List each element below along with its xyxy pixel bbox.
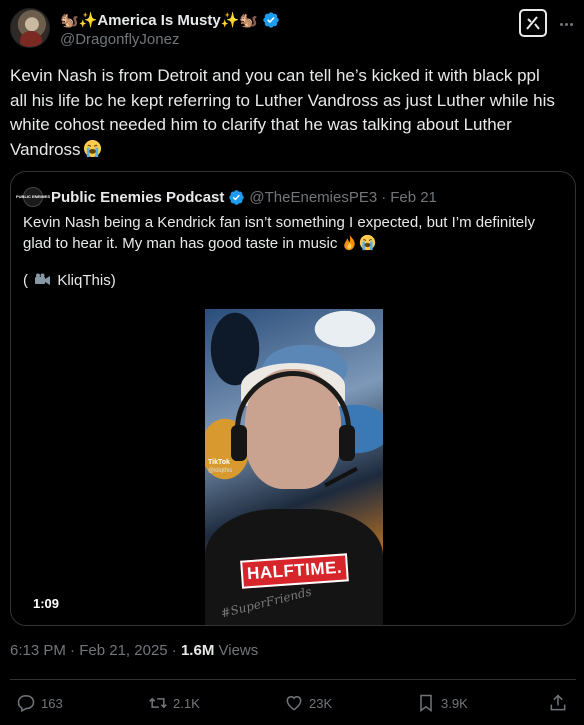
tweet-text: Kevin Nash is from Detroit and you can t… [10,64,576,162]
author-name-row[interactable]: 🐿️✨America Is Musty✨🐿️ [60,10,280,30]
author-avatar[interactable] [10,8,50,48]
tiktok-handle: @kliqthis [208,468,233,474]
tweet-meta: 6:13 PM · Feb 21, 2025 · 1.6M Views [10,642,258,659]
heart-icon [286,696,302,711]
action-bar: 163 2.1K 23K 3.9K [0,690,584,716]
more-dot-icon [569,22,573,26]
bookmark-button[interactable]: 3.9K [416,692,468,714]
quoted-date[interactable]: Feb 21 [390,189,437,206]
tweet-line-last: Vandross [10,138,576,163]
headset-right-earcup [339,425,355,461]
credit-label: KliqThis) [57,272,116,289]
quoted-author-avatar[interactable]: PUBLIC ENEMIES [16,187,50,207]
reply-button[interactable]: 163 [16,692,63,714]
tiktok-brand: TikTok [208,459,230,466]
video-duration: 1:09 [33,596,60,611]
like-count: 23K [309,695,333,711]
divider [10,679,576,680]
credit-open-paren: ( [23,272,28,289]
video-player[interactable]: TikTok @kliqthis HALFTIME. #SuperFriends [205,309,383,625]
more-dot-icon [559,22,563,26]
tweet-line: Vandross [10,139,81,159]
headset-left-earcup [231,425,247,461]
loudly-crying-face-icon [360,234,376,251]
quoted-line-last: glad to hear it. My man has good taste i… [23,233,563,254]
repost-icon [149,697,167,709]
quoted-avatar-label: PUBLIC ENEMIES [16,194,51,199]
author-display-name[interactable]: 🐿️✨America Is Musty✨🐿️ [60,11,258,29]
quoted-author-handle[interactable]: @TheEnemiesPE3 [249,189,377,206]
grok-icon [526,16,540,30]
tweet-header: 🐿️✨America Is Musty✨🐿️ @DragonflyJonez [0,0,584,60]
reply-count: 163 [41,695,63,711]
tweet-line: all his life bc he kept referring to Lut… [10,90,555,110]
separator-dot: · [381,188,387,206]
quoted-tweet[interactable]: PUBLIC ENEMIES Public Enemies Podcast @T… [10,171,576,626]
fire-icon [344,234,356,251]
loudly-crying-face-icon [83,139,101,157]
quoted-line: Kevin Nash being a Kendrick fan isn’t so… [23,214,535,231]
quoted-line: glad to hear it. My man has good taste i… [23,235,338,252]
share-button[interactable] [548,692,568,714]
bookmark-icon [420,694,432,712]
verified-badge-icon [229,189,245,205]
author-handle[interactable]: @DragonflyJonez [60,31,179,48]
more-options-button[interactable] [556,14,576,34]
tiktok-watermark: TikTok @kliqthis [208,459,232,475]
quoted-credit: ( KliqThis) [23,272,116,289]
separator-dot: · [171,642,177,659]
movie-camera-icon [35,273,51,285]
repost-button[interactable]: 2.1K [148,692,200,714]
tweet-line: white cohost needed him to clarify that … [10,115,512,134]
views-count[interactable]: 1.6M [181,642,214,659]
tweet-time[interactable]: 6:13 PM [10,642,66,659]
quoted-author-display-name[interactable]: Public Enemies Podcast [51,189,224,206]
like-button[interactable]: 23K [284,692,332,714]
share-icon [550,694,566,711]
views-label: Views [218,642,259,659]
tweet-date[interactable]: Feb 21, 2025 [79,642,167,659]
quoted-tweet-header: PUBLIC ENEMIES Public Enemies Podcast @T… [16,186,437,208]
reply-icon [17,695,35,713]
quoted-tweet-text: Kevin Nash being a Kendrick fan isn’t so… [23,212,563,254]
tweet-line: Kevin Nash is from Detroit and you can t… [10,66,540,85]
grok-button[interactable] [519,9,547,37]
bookmark-count: 3.9K [441,695,468,711]
repost-count: 2.1K [173,695,200,711]
verified-badge-icon [263,12,279,28]
more-dot-icon [564,22,568,26]
separator-dot: · [70,642,76,659]
